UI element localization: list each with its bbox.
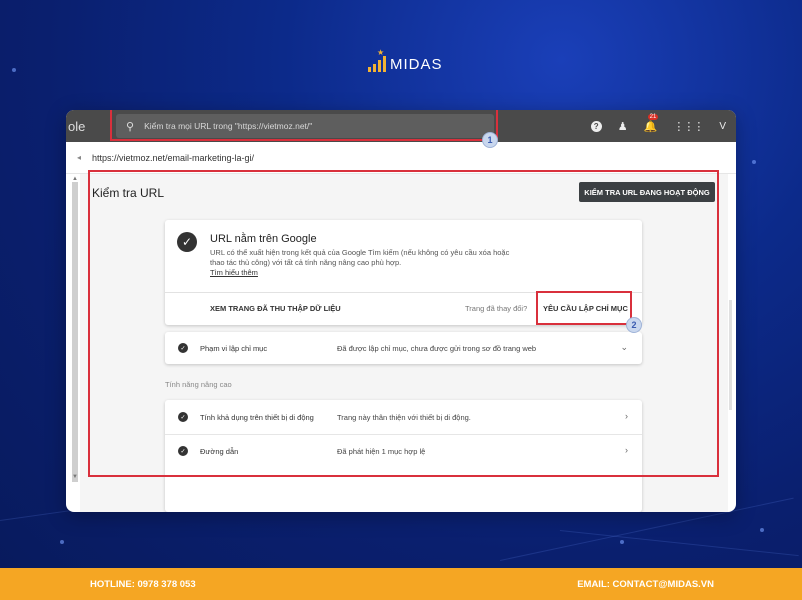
enhancements-section-label: Tính năng nâng cao: [165, 380, 232, 389]
url-inspection-panel: Kiểm tra URL KIỂM TRA URL ĐANG HOẠT ĐỘNG…: [80, 174, 728, 512]
brand-fragment: ole: [68, 118, 86, 134]
background-dot: [620, 540, 624, 544]
page-changed-label: Trang đã thay đổi?: [465, 304, 528, 313]
divider: [165, 434, 642, 435]
background-dot: [752, 160, 756, 164]
request-indexing-button[interactable]: YÊU CẦU LẬP CHỈ MỤC: [543, 304, 628, 313]
top-bar: ole ⚲ Kiểm tra mọi URL trong "https://vi…: [66, 110, 736, 142]
chevron-down-icon: ⌄: [620, 342, 628, 352]
inspected-url-bar: ◂ https://vietmoz.net/email-marketing-la…: [66, 142, 736, 174]
divider: [165, 292, 642, 293]
enhancements-card: ✓ Tính khả dụng trên thiết bị di động Tr…: [165, 400, 642, 512]
scrollbar[interactable]: [72, 182, 78, 482]
coverage-value: Đã được lập chỉ mục, chưa được gửi trong…: [337, 344, 537, 353]
chevron-left-icon[interactable]: ◂: [66, 153, 92, 162]
logo-bars-icon: ★: [368, 48, 386, 72]
coverage-row[interactable]: ✓ Phạm vi lập chỉ mục Đã được lập chỉ mụ…: [165, 332, 642, 364]
annotation-badge-1: 1: [482, 132, 498, 148]
chevron-right-icon: ›: [625, 445, 628, 455]
help-icon[interactable]: ?: [590, 120, 602, 132]
notifications-icon[interactable]: 🔔 21: [644, 113, 659, 133]
coverage-label: Phạm vi lập chỉ mục: [200, 344, 268, 353]
background-dot: [60, 540, 64, 544]
notification-badge: 21: [647, 113, 659, 120]
url-status-card: ✓ URL nằm trên Google URL có thể xuất hi…: [165, 220, 642, 325]
status-title: URL nằm trên Google: [210, 233, 317, 245]
scroll-down-icon[interactable]: ▼: [72, 474, 78, 480]
check-circle-icon: ✓: [178, 412, 188, 422]
background-line: [559, 530, 799, 557]
apps-grid-icon[interactable]: ⋮⋮⋮: [673, 120, 704, 133]
status-description: URL có thể xuất hiện trong kết quả của G…: [210, 248, 510, 267]
enhancement-label: Đường dẫn: [200, 447, 239, 456]
account-settings-icon[interactable]: ♟: [618, 120, 628, 133]
chevron-right-icon: ›: [625, 411, 628, 421]
enhancement-label: Tính khả dụng trên thiết bị di động: [200, 413, 314, 422]
panel-title: Kiểm tra URL: [92, 186, 165, 200]
logo-text: MIDAS: [390, 56, 443, 73]
inspected-url: https://vietmoz.net/email-marketing-la-g…: [92, 152, 255, 163]
search-console-screenshot: ole ⚲ Kiểm tra mọi URL trong "https://vi…: [66, 110, 736, 512]
url-inspection-search[interactable]: ⚲ Kiểm tra mọi URL trong "https://vietmo…: [116, 114, 494, 138]
footer-bar: HOTLINE: 0978 378 053 EMAIL: CONTACT@MID…: [0, 568, 802, 600]
search-placeholder: Kiểm tra mọi URL trong "https://vietmoz.…: [144, 121, 313, 131]
check-circle-icon: ✓: [177, 232, 197, 252]
check-circle-icon: ✓: [178, 446, 188, 456]
midas-logo: ★ MIDAS: [368, 48, 443, 73]
background-dot: [12, 68, 16, 72]
enhancement-value: Đã phát hiện 1 mục hợp lệ: [337, 447, 426, 456]
account-avatar[interactable]: V: [719, 121, 726, 132]
check-circle-icon: ✓: [178, 343, 188, 353]
background-dot: [760, 528, 764, 532]
top-bar-icons: ? ♟ 🔔 21 ⋮⋮⋮ V: [590, 110, 726, 142]
footer-email: EMAIL: CONTACT@MIDAS.VN: [577, 578, 714, 590]
search-icon: ⚲: [126, 120, 135, 133]
view-crawled-page-button[interactable]: XEM TRANG ĐÃ THU THẬP DỮ LIỆU: [210, 304, 341, 313]
footer-hotline: HOTLINE: 0978 378 053: [90, 578, 196, 590]
enhancement-value: Trang này thân thiện với thiết bị di độn…: [337, 413, 471, 422]
test-live-url-button[interactable]: KIỂM TRA URL ĐANG HOẠT ĐỘNG: [579, 182, 715, 202]
annotation-badge-2: 2: [626, 317, 642, 333]
learn-more-link[interactable]: Tìm hiểu thêm: [210, 268, 258, 277]
scrollbar-right[interactable]: [729, 300, 732, 410]
